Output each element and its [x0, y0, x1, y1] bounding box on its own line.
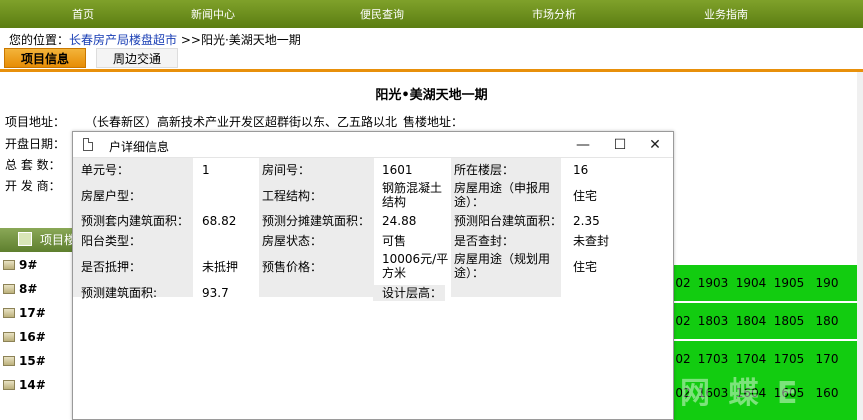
- value-total-area: 93.7: [202, 286, 229, 300]
- unit-cell[interactable]: 170: [810, 352, 844, 366]
- unit-cell[interactable]: 1803: [696, 314, 730, 328]
- folder-icon: [3, 284, 15, 294]
- label-total-area: 预测建筑面积:: [81, 286, 158, 300]
- nav-guide[interactable]: 业务指南: [686, 6, 766, 22]
- section-label: 项目楼: [40, 233, 77, 247]
- label-floor: 所在楼层：: [454, 163, 515, 177]
- value-usage-declared: 住宅: [573, 189, 598, 203]
- value-room-no: 1601: [382, 163, 413, 177]
- tab-traffic[interactable]: 周边交通: [96, 48, 178, 68]
- folder-icon: [3, 260, 15, 270]
- value-floor: 16: [573, 163, 589, 177]
- grid-row: 02 1903 1904 1905 190: [672, 265, 863, 301]
- dialog-title: 户详细信息: [109, 140, 170, 154]
- address-value: （长春新区）高新技术产业开发区超群街以东、乙五路以北: [85, 115, 398, 129]
- breadcrumb: 您的位置：长春房产局楼盘超市 >>阳光·美湖天地一期: [9, 31, 301, 48]
- label-balcony-type: 阳台类型：: [81, 234, 142, 248]
- maximize-button[interactable]: ☐: [606, 134, 634, 156]
- value-status: 可售: [382, 234, 407, 248]
- label-status: 房屋状态：: [262, 234, 323, 248]
- nav-query[interactable]: 便民查询: [342, 6, 422, 22]
- unit-cell[interactable]: 1904: [734, 276, 768, 290]
- building-item[interactable]: 16#: [3, 330, 46, 344]
- label-presale-price: 预售价格：: [262, 260, 323, 274]
- value-unit-no: 1: [202, 163, 210, 177]
- value-sealed: 未查封: [573, 234, 610, 248]
- unit-cell[interactable]: 1805: [772, 314, 806, 328]
- label-room-no: 房间号：: [262, 163, 311, 177]
- value-presale-price: 10006元/平方米: [382, 252, 449, 280]
- developer-label: 开 发 商：: [5, 179, 61, 193]
- folder-icon: [3, 380, 15, 390]
- label-unit-no: 单元号：: [81, 163, 130, 177]
- folder-icon: [3, 332, 15, 342]
- label-design-height: 设计层高：: [382, 286, 443, 300]
- grid-row: 02 1803 1804 1805 180: [672, 303, 863, 339]
- unit-cell[interactable]: 1704: [734, 352, 768, 366]
- address-label: 项目地址：: [5, 115, 66, 129]
- project-title: 阳光•美湖天地一期: [375, 88, 488, 103]
- breadcrumb-current: 阳光·美湖天地一期: [200, 33, 301, 47]
- value-mortgage: 未抵押: [202, 260, 239, 274]
- nav-market[interactable]: 市场分析: [514, 6, 594, 22]
- nav-home[interactable]: 首页: [43, 6, 123, 22]
- value-balcony-area: 2.35: [573, 214, 600, 228]
- building-item[interactable]: 9#: [3, 258, 37, 272]
- building-item[interactable]: 14#: [3, 378, 46, 392]
- label-mortgage: 是否抵押：: [81, 260, 142, 274]
- breadcrumb-separator: >>: [177, 33, 201, 47]
- unit-cell[interactable]: 1705: [772, 352, 806, 366]
- close-button[interactable]: ✕: [641, 134, 669, 156]
- watermark-logo: 网 蝶 E: [680, 376, 802, 411]
- total-units-label: 总 套 数：: [5, 158, 61, 172]
- value-shared-area: 24.88: [382, 214, 417, 228]
- label-inner-area: 预测套内建筑面积：: [81, 214, 190, 228]
- unit-cell[interactable]: 180: [810, 314, 844, 328]
- dialog-titlebar: 户详细信息 — ☐ ✕: [73, 132, 673, 158]
- unit-cell[interactable]: 190: [810, 276, 844, 290]
- unit-detail-dialog: 户详细信息 — ☐ ✕ 单元号： 1 房间号： 1601 所在楼层： 16 房屋…: [72, 131, 674, 420]
- label-usage-declared: 房屋用途（申报用途）：: [454, 181, 551, 209]
- label-sealed: 是否查封：: [454, 234, 515, 248]
- label-balcony-area: 预测阳台建筑面积：: [454, 214, 563, 228]
- tab-underline: [0, 69, 863, 72]
- top-nav: 首页 新闻中心 便民查询 市场分析 业务指南: [0, 0, 863, 28]
- scrollbar[interactable]: [857, 72, 863, 420]
- minimize-button[interactable]: —: [569, 134, 597, 156]
- nav-news[interactable]: 新闻中心: [173, 6, 253, 22]
- sales-address-label: 售楼地址：: [403, 115, 464, 129]
- value-usage-planned: 住宅: [573, 260, 598, 274]
- label-shared-area: 预测分摊建筑面积：: [262, 214, 371, 228]
- unit-cell[interactable]: 1903: [696, 276, 730, 290]
- document-icon: [83, 138, 93, 151]
- edit-icon: [18, 232, 32, 246]
- open-date-label: 开盘日期：: [5, 137, 66, 151]
- building-item[interactable]: 8#: [3, 282, 37, 296]
- breadcrumb-link[interactable]: 长春房产局楼盘超市: [69, 33, 177, 47]
- unit-cell[interactable]: 1804: [734, 314, 768, 328]
- building-item[interactable]: 15#: [3, 354, 46, 368]
- unit-cell[interactable]: 1703: [696, 352, 730, 366]
- label-house-type: 房屋户型：: [81, 189, 142, 203]
- label-structure: 工程结构：: [262, 189, 323, 203]
- tab-project-info[interactable]: 项目信息: [4, 48, 86, 68]
- building-item[interactable]: 17#: [3, 306, 46, 320]
- label-usage-planned: 房屋用途（规划用途）：: [454, 252, 551, 280]
- breadcrumb-prefix: 您的位置：: [9, 33, 70, 47]
- value-inner-area: 68.82: [202, 214, 237, 228]
- value-structure: 钢筋混凝土结构: [382, 181, 443, 209]
- folder-icon: [3, 308, 15, 318]
- unit-cell[interactable]: 1905: [772, 276, 806, 290]
- folder-icon: [3, 356, 15, 366]
- page: 首页 新闻中心 便民查询 市场分析 业务指南 您的位置：长春房产局楼盘超市 >>…: [0, 0, 863, 420]
